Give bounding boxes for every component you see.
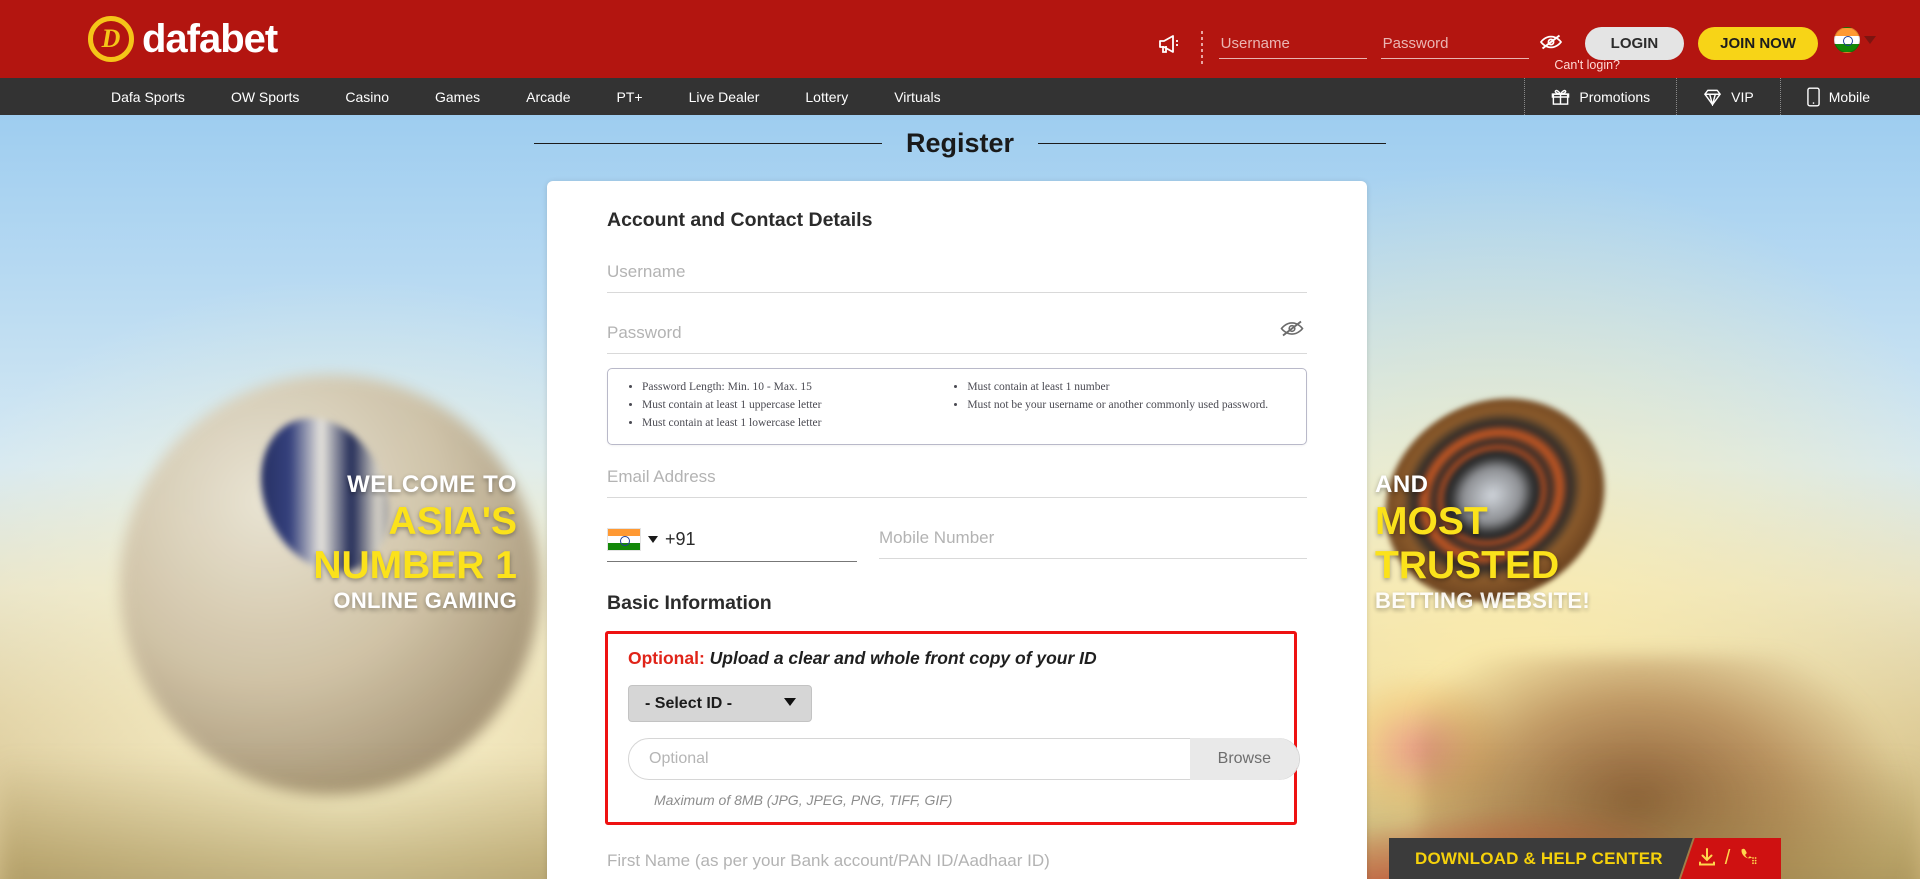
nav-item-casino[interactable]: Casino (322, 89, 412, 105)
promo-left-line-3: NUMBER 1 (313, 543, 517, 587)
id-file-upload-row[interactable]: Browse (628, 738, 1300, 781)
nav-item-vip[interactable]: VIP (1676, 78, 1780, 115)
promo-right-line-3: TRUSTED (1375, 543, 1560, 587)
header-username-field[interactable] (1218, 33, 1367, 59)
nav-item-lottery[interactable]: Lottery (782, 89, 871, 105)
country-code-value: +91 (665, 529, 696, 550)
dafabet-coin-icon: D (88, 16, 134, 62)
logo-mark: D (101, 24, 121, 53)
id-upload-highlight-box: Optional: Upload a clear and whole front… (605, 631, 1300, 826)
india-flag-icon (607, 528, 641, 552)
password-rules-column-1: Password Length: Min. 10 - Max. 15 Must … (624, 379, 949, 432)
username-input[interactable] (607, 262, 1307, 293)
chevron-down-icon (648, 536, 658, 544)
basic-section-title: Basic Information (607, 592, 772, 615)
id-upload-instruction-line: Optional: Upload a clear and whole front… (628, 648, 1274, 669)
promo-right-line-1: AND (1375, 471, 1429, 498)
diamond-icon (1703, 88, 1722, 106)
id-file-path-input[interactable] (647, 749, 1190, 770)
promo-banner-right: AND MOST TRUSTED BETTING WEBSITE! (1375, 470, 1895, 616)
nav-item-promotions[interactable]: Promotions (1524, 78, 1676, 115)
first-name-field[interactable] (607, 851, 1307, 879)
phone-row: +91 (607, 528, 1307, 563)
browse-button[interactable]: Browse (1189, 738, 1299, 781)
email-input[interactable] (607, 467, 1307, 499)
account-section-title: Account and Contact Details (607, 209, 873, 231)
nav-item-games[interactable]: Games (412, 89, 503, 105)
username-field[interactable] (607, 262, 1307, 293)
gift-icon (1551, 87, 1570, 106)
heading-rule-right (1038, 143, 1387, 144)
first-name-input[interactable] (607, 851, 1307, 879)
nav-item-vip-label: VIP (1731, 88, 1754, 105)
password-requirements-box: Password Length: Min. 10 - Max. 15 Must … (607, 368, 1307, 446)
download-help-icons[interactable]: / (1680, 838, 1782, 879)
nav-secondary-items: Promotions VIP Mobile (1524, 78, 1920, 115)
cant-login-link[interactable]: Can't login? (1554, 58, 1620, 72)
promo-left-line-2: ASIA'S (388, 500, 517, 543)
download-help-center-label[interactable]: DOWNLOAD & HELP CENTER (1389, 838, 1693, 879)
header-password-input[interactable] (1380, 33, 1529, 59)
nav-item-mobile-label: Mobile (1828, 88, 1870, 105)
register-heading-row: Register (0, 128, 1920, 159)
nav-item-virtuals[interactable]: Virtuals (871, 89, 963, 105)
language-selector[interactable] (1834, 27, 1876, 53)
phone-icon (1806, 86, 1820, 107)
logo-wordmark: dafabet (142, 16, 278, 61)
header-eye-off-icon[interactable] (1539, 33, 1563, 55)
header-username-input[interactable] (1218, 33, 1367, 59)
password-rule: Password Length: Min. 10 - Max. 15 (642, 379, 949, 397)
id-type-select[interactable]: - Select ID - (628, 685, 812, 723)
id-upload-instruction: Upload a clear and whole front copy of y… (709, 648, 1097, 669)
mobile-number-input[interactable] (879, 528, 1307, 560)
nav-item-ow-sports[interactable]: OW Sports (208, 89, 322, 105)
registration-form-card: Account and Contact Details Password Len… (547, 181, 1367, 879)
mobile-number-field[interactable] (879, 528, 1307, 562)
max-file-size-note: Maximum of 8MB (JPG, JPEG, PNG, TIFF, GI… (654, 792, 953, 809)
id-type-select-wrapper[interactable]: - Select ID - (628, 685, 812, 723)
page-root: D dafabet Username LOGIN JOIN NOW Can't … (0, 0, 1920, 879)
megaphone-icon[interactable] (1157, 33, 1183, 62)
nav-item-promotions-label: Promotions (1579, 88, 1651, 105)
india-flag-icon (1834, 27, 1860, 53)
header-password-field[interactable] (1367, 33, 1529, 59)
promo-right-line-2: MOST (1375, 500, 1488, 543)
password-field[interactable] (607, 320, 1307, 354)
nav-item-arcade[interactable]: Arcade (503, 89, 593, 105)
separator: / (1724, 847, 1731, 869)
password-rules-column-2: Must contain at least 1 number Must not … (949, 379, 1290, 432)
header-divider (1200, 31, 1203, 65)
nav-item-mobile[interactable]: Mobile (1779, 78, 1920, 115)
nav-primary-items: Dafa Sports OW Sports Casino Games Arcad… (88, 89, 964, 105)
promo-banner-left: WELCOME TO ASIA'S NUMBER 1 ONLINE GAMING (0, 470, 525, 616)
join-now-button[interactable]: JOIN NOW (1698, 27, 1818, 60)
nav-item-dafa-sports[interactable]: Dafa Sports (88, 89, 208, 105)
password-rule: Must contain at least 1 lowercase letter (642, 415, 949, 433)
password-input[interactable] (607, 323, 1307, 354)
password-eye-off-icon[interactable] (1279, 319, 1305, 342)
site-header: D dafabet Username LOGIN JOIN NOW Can't … (0, 0, 1920, 78)
download-help-center-bar[interactable]: DOWNLOAD & HELP CENTER / (1389, 838, 1782, 879)
dafabet-logo[interactable]: D dafabet (88, 16, 278, 62)
nav-item-pt-plus[interactable]: PT+ (593, 89, 665, 105)
password-rule: Must contain at least 1 uppercase letter (642, 397, 949, 415)
optional-label: Optional: (628, 648, 705, 669)
download-icon[interactable] (1697, 847, 1717, 871)
header-account-area: LOGIN JOIN NOW (1157, 13, 1876, 65)
page-title: Register (905, 128, 1015, 158)
country-code-selector[interactable]: +91 (607, 528, 857, 563)
main-navigation: Dafa Sports OW Sports Casino Games Arcad… (0, 78, 1920, 115)
heading-rule-left (533, 143, 882, 144)
password-rule: Must not be your username or another com… (967, 397, 1290, 415)
promo-left-line-1: WELCOME TO (347, 471, 517, 498)
phone-support-icon[interactable] (1738, 847, 1759, 871)
email-field[interactable] (607, 467, 1307, 499)
nav-item-live-dealer[interactable]: Live Dealer (666, 89, 783, 105)
promo-left-line-4: ONLINE GAMING (333, 588, 517, 614)
login-button[interactable]: LOGIN (1584, 27, 1685, 60)
password-rule: Must contain at least 1 number (967, 379, 1290, 397)
promo-right-line-4: BETTING WEBSITE! (1375, 588, 1591, 614)
chevron-down-icon (1864, 36, 1876, 44)
